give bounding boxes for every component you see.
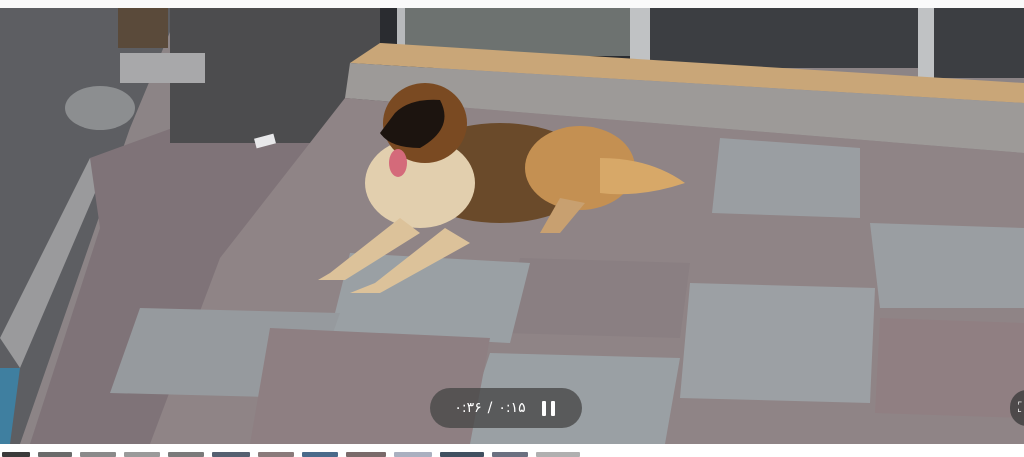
pause-button[interactable] bbox=[540, 399, 558, 417]
top-border bbox=[0, 0, 1024, 8]
thumbnail-item[interactable] bbox=[2, 452, 30, 457]
thumbnail-item[interactable] bbox=[212, 452, 250, 457]
thumbnail-item[interactable] bbox=[536, 452, 580, 457]
time-separator: / bbox=[487, 400, 493, 416]
thumbnail-item[interactable] bbox=[492, 452, 528, 457]
video-viewer[interactable]: ۰:۳۶ / ۰:۱۵ ⛶ bbox=[0, 8, 1024, 444]
thumbnail-item[interactable] bbox=[302, 452, 338, 457]
thumbnail-item[interactable] bbox=[168, 452, 204, 457]
current-time-label: ۰:۱۵ bbox=[498, 400, 526, 416]
thumbnail-item[interactable] bbox=[38, 452, 72, 457]
pause-icon-bar bbox=[551, 400, 556, 416]
pause-icon bbox=[542, 400, 547, 416]
thumbnail-item[interactable] bbox=[440, 452, 484, 457]
playback-controls: ۰:۳۶ / ۰:۱۵ bbox=[430, 388, 582, 428]
duration-label: ۰:۳۶ bbox=[454, 400, 482, 416]
thumbnail-item[interactable] bbox=[258, 452, 294, 457]
thumbnail-item[interactable] bbox=[394, 452, 432, 457]
video-frame bbox=[0, 8, 1024, 444]
thumbnail-item[interactable] bbox=[80, 452, 116, 457]
thumbnail-item[interactable] bbox=[346, 452, 386, 457]
thumbnail-item[interactable] bbox=[124, 452, 160, 457]
time-display: ۰:۳۶ / ۰:۱۵ bbox=[454, 400, 525, 416]
fullscreen-icon: ⛶ bbox=[1018, 400, 1024, 416]
